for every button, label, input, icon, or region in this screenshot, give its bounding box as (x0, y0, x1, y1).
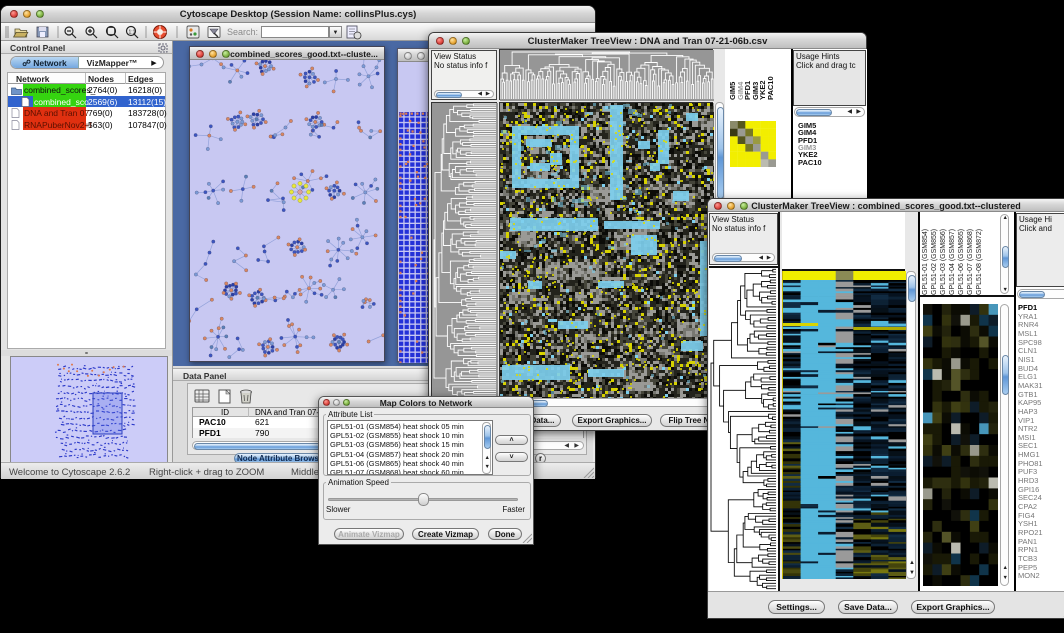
svg-text:Search:: Search: (227, 27, 258, 37)
svg-text:1:1: 1:1 (129, 30, 136, 36)
